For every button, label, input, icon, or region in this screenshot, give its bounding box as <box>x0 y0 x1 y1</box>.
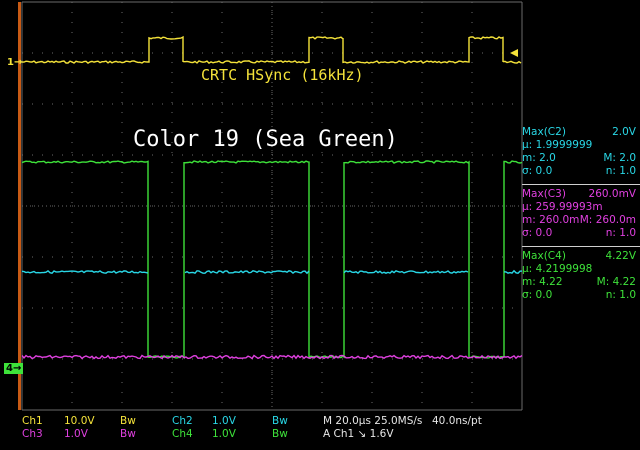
measurement-c2: Max(C2) 2.0V µ: 1.9999999 m: 2.0 M: 2.0 σ:… <box>522 126 636 177</box>
status-bar: Ch1 10.0V Bw Ch2 1.0V Bw M 20.0µs 25.0MS… <box>0 412 640 450</box>
ch3-scale: 1.0V <box>64 428 88 440</box>
meas-value: 260.0mV <box>588 188 636 200</box>
color-annotation: Color 19 (Sea Green) <box>133 127 398 152</box>
ch2-label[interactable]: Ch2 <box>172 415 193 427</box>
oscilloscope-screen: CRTC HSync (16kHz) Color 19 (Sea Green) … <box>0 0 640 450</box>
ch2-trace <box>343 269 469 274</box>
ch2-scale: 1.0V <box>212 415 236 427</box>
meas-n: 1.0 <box>619 165 636 177</box>
meas-sigma: 0.0 <box>535 227 553 239</box>
meas-n: 1.0 <box>619 227 636 239</box>
meas-n: 1.0 <box>619 289 636 301</box>
meas-header: Max(C2) <box>522 126 566 138</box>
ch3-label[interactable]: Ch3 <box>22 428 43 440</box>
ch2-trace <box>184 270 310 275</box>
meas-mean: 4.2199998 <box>535 263 593 275</box>
ch4-marker: 4→ <box>4 363 24 374</box>
ch4-bw-indicator: Bw <box>272 428 288 440</box>
ch1-marker: 1→ <box>7 57 23 68</box>
meas-value: 4.22V <box>605 250 636 262</box>
meas-max: 4.22 <box>612 276 636 288</box>
meas-max: 2.0 <box>619 152 636 164</box>
measurement-c4: Max(C4) 4.22V µ: 4.2199998 m: 4.22 M: 4.22… <box>522 250 636 301</box>
meas-min: 4.22 <box>539 276 563 288</box>
trigger-readout: A Ch1 ↘ 1.6V <box>323 428 394 440</box>
trigger-level-icon <box>510 49 518 57</box>
ch4-label[interactable]: Ch4 <box>172 428 193 440</box>
graticule <box>18 1 523 411</box>
meas-mean: 1.9999999 <box>535 139 593 151</box>
ch2-bw-indicator: Bw <box>272 415 288 427</box>
meas-header: Max(C3) <box>522 188 566 200</box>
ch1-scale: 10.0V <box>64 415 95 427</box>
meas-header: Max(C4) <box>522 250 566 262</box>
trace-annotation: CRTC HSync (16kHz) <box>201 66 364 84</box>
timebase-readout: M 20.0µs 25.0MS/s <box>323 415 423 427</box>
meas-max: 260.0m <box>595 214 636 226</box>
divider <box>522 184 640 185</box>
meas-value: 2.0V <box>612 126 636 138</box>
meas-sigma: 0.0 <box>535 165 553 177</box>
ch4-scale: 1.0V <box>212 428 236 440</box>
measurements-panel: Max(C2) 2.0V µ: 1.9999999 m: 2.0 M: 2.0 σ:… <box>522 126 640 308</box>
ch1-bw-indicator: Bw <box>120 415 136 427</box>
meas-min: 2.0 <box>539 152 556 164</box>
ch1-label[interactable]: Ch1 <box>22 415 43 427</box>
meas-min: 260.0m <box>539 214 580 226</box>
divider <box>522 246 640 247</box>
meas-mean: 259.99993m <box>535 201 603 213</box>
ch3-bw-indicator: Bw <box>120 428 136 440</box>
ch2-trace <box>503 269 523 274</box>
ch2-trace <box>21 270 149 274</box>
measurement-c3: Max(C3) 260.0mV µ: 259.99993m m: 260.0m M:… <box>522 188 636 239</box>
meas-sigma: 0.0 <box>535 289 553 301</box>
sample-interval-readout: 40.0ns/pt <box>432 415 482 427</box>
